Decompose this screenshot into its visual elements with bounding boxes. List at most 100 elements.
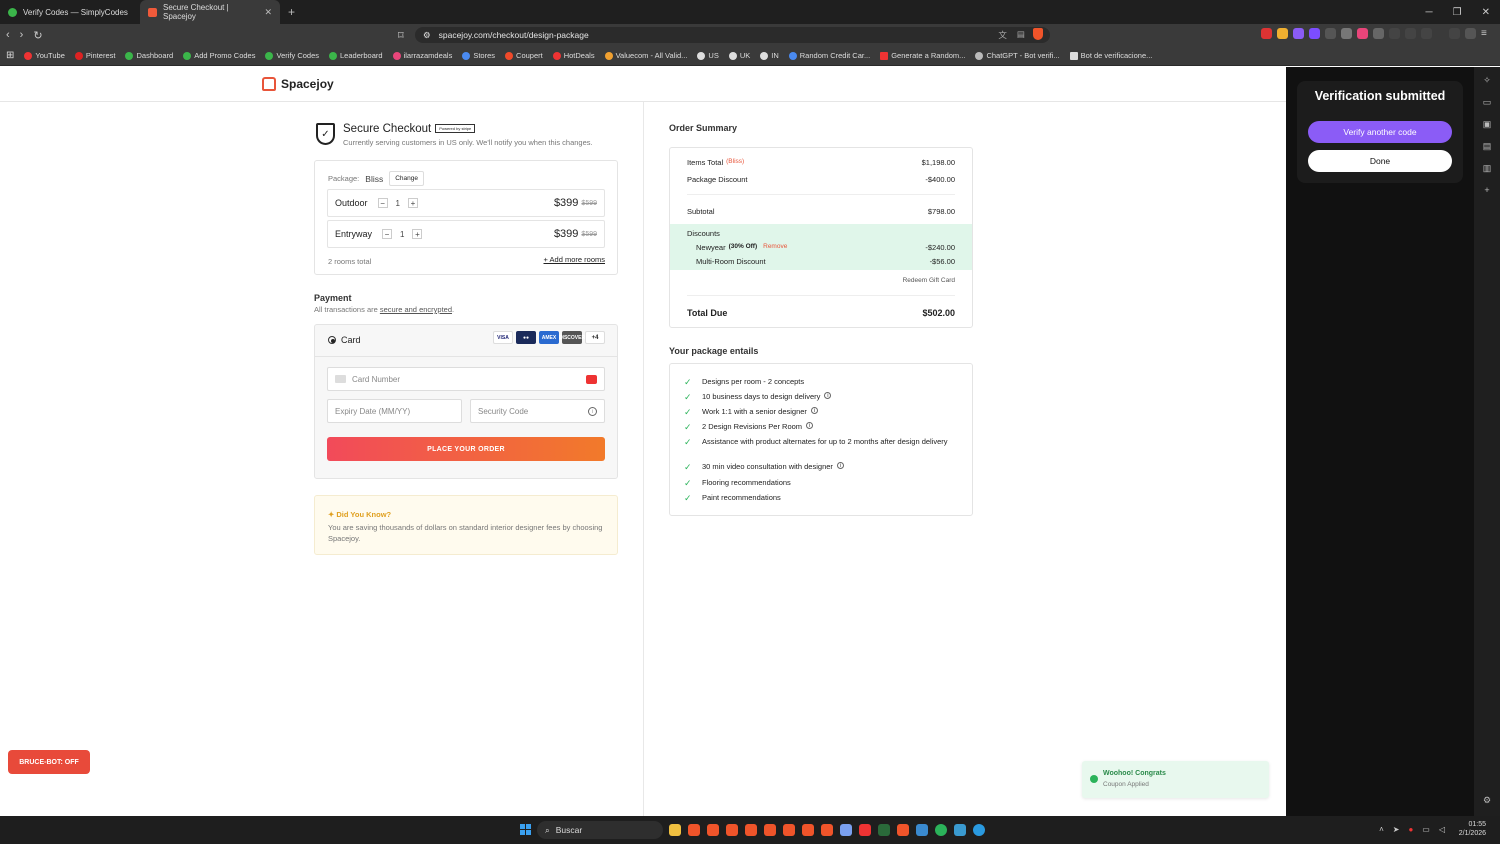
bookmark-valuecom[interactable]: Valuecom - All Valid... [604, 51, 687, 60]
brave-icon[interactable] [783, 824, 795, 836]
bookmark-pinterest[interactable]: Pinterest [74, 51, 115, 60]
wallet-icon[interactable]: ▣ [1483, 119, 1492, 130]
extension-icon[interactable] [1293, 28, 1304, 39]
settings-icon[interactable]: ⚙ [1483, 795, 1491, 806]
translate-icon[interactable]: 文 [998, 29, 1007, 41]
increment-button[interactable]: + [407, 198, 418, 208]
decrement-button[interactable]: − [382, 229, 393, 239]
new-tab-icon[interactable]: + [288, 5, 295, 19]
brave-icon[interactable] [802, 824, 814, 836]
brave-icon[interactable] [688, 824, 700, 836]
leo-icon[interactable] [1465, 28, 1476, 39]
tray-chevron-icon[interactable]: ˄ [1379, 825, 1384, 834]
brave-icon[interactable] [707, 824, 719, 836]
bookmark-uk[interactable]: UK [728, 51, 750, 60]
brave-icon[interactable] [726, 824, 738, 836]
tab-secure-checkout[interactable]: Secure Checkout | Spacejoy ✕ [140, 0, 280, 24]
spacejoy-logo-icon[interactable] [262, 77, 276, 91]
whatsapp-icon[interactable] [935, 824, 947, 836]
bookmark-icon[interactable]: ⌑ [398, 29, 404, 42]
bookmarks-panel-icon[interactable]: ▤ [1483, 141, 1492, 152]
sidebar-toggle-icon[interactable] [1405, 28, 1416, 39]
done-button[interactable]: Done [1308, 150, 1452, 172]
extension-icon[interactable] [1325, 28, 1336, 39]
add-panel-icon[interactable]: + [1484, 185, 1489, 195]
bookmark-ilarrazamdeals[interactable]: ilarrazamdeals [392, 51, 452, 60]
remove-coupon-link[interactable]: Remove [763, 243, 787, 252]
taskbar-search[interactable]: ⌕ Buscar [537, 821, 663, 839]
add-more-rooms-link[interactable]: + Add more rooms [544, 255, 606, 264]
bookmark-chatgpt[interactable]: ChatGPT - Bot verifi... [975, 51, 1060, 60]
bookmark-hotdeals[interactable]: HotDeals [552, 51, 595, 60]
bruce-bot-toggle[interactable]: BRUCE-BOT: OFF [8, 750, 90, 774]
system-clock[interactable]: 01:55 2/1/2026 [1459, 820, 1486, 838]
extension-icon[interactable] [1357, 28, 1368, 39]
security-code-field[interactable]: Security Code i [470, 399, 605, 423]
brave-icon[interactable] [821, 824, 833, 836]
close-tab-icon[interactable]: ✕ [264, 7, 272, 18]
card-number-field[interactable]: Card Number [327, 367, 605, 391]
volume-icon[interactable]: ◁ [1439, 825, 1445, 834]
brave-icon[interactable] [897, 824, 909, 836]
bookmark-dashboard[interactable]: Dashboard [125, 51, 173, 60]
opera-icon[interactable] [859, 824, 871, 836]
place-order-button[interactable]: PLACE YOUR ORDER [327, 437, 605, 461]
close-window-icon[interactable]: ✕ [1482, 7, 1490, 18]
bookmark-in[interactable]: IN [760, 51, 779, 60]
tray-app-icon[interactable]: ● [1408, 825, 1413, 834]
brave-icon[interactable] [745, 824, 757, 836]
reading-list-icon[interactable]: ▭ [1483, 97, 1492, 108]
photos-icon[interactable] [916, 824, 928, 836]
card-radio[interactable]: Card [328, 335, 361, 345]
bookmark-add-promo-codes[interactable]: Add Promo Codes [183, 51, 255, 60]
bookmark-coupert[interactable]: Coupert [505, 51, 543, 60]
telegram-tray-icon[interactable]: ➤ [1393, 825, 1400, 834]
apps-grid-icon[interactable]: ⊞ [6, 50, 14, 61]
back-icon[interactable]: ‹ [6, 29, 10, 41]
extension-icon[interactable] [1261, 28, 1272, 39]
wallet-icon[interactable] [1421, 28, 1432, 39]
info-icon[interactable]: i [806, 422, 814, 429]
vpn-icon[interactable] [840, 824, 852, 836]
leo-ai-icon[interactable]: ✧ [1483, 75, 1491, 86]
reader-icon[interactable]: ▤ [1017, 29, 1025, 41]
bookmark-leaderboard[interactable]: Leaderboard [329, 51, 383, 60]
info-icon[interactable]: i [836, 462, 844, 469]
redeem-gift-card-link[interactable]: Redeem Gift Card [903, 277, 955, 284]
expiry-field[interactable]: Expiry Date (MM/YY) [327, 399, 462, 423]
bookmark-generate-random[interactable]: Generate a Random... [880, 51, 965, 60]
autofill-card-icon[interactable] [586, 374, 597, 384]
extension-icon[interactable] [1341, 28, 1352, 39]
change-package-button[interactable]: Change [389, 171, 425, 186]
info-icon[interactable]: i [824, 392, 832, 399]
url-field[interactable]: ⚙ spacejoy.com/checkout/design-package 文… [415, 27, 1050, 43]
brave-icon[interactable] [764, 824, 776, 836]
brand-name[interactable]: Spacejoy [281, 77, 334, 91]
history-icon[interactable]: ▥ [1483, 163, 1492, 174]
bookmark-us[interactable]: US [697, 51, 719, 60]
bookmark-bot-verificaciones[interactable]: Bot de verificacione... [1069, 51, 1152, 60]
info-icon[interactable]: i [810, 407, 818, 414]
menu-icon[interactable]: ≡ [1481, 28, 1492, 39]
puzzle-icon[interactable] [1389, 28, 1400, 39]
windows-start-icon[interactable] [520, 824, 531, 835]
extension-icon[interactable] [1277, 28, 1288, 39]
secure-encrypted-link[interactable]: secure and encrypted [380, 305, 452, 314]
panel-icon[interactable] [1449, 28, 1460, 39]
telegram-icon[interactable] [973, 824, 985, 836]
file-explorer-icon[interactable] [669, 824, 681, 836]
restore-icon[interactable]: ❐ [1453, 7, 1462, 18]
extension-icon[interactable] [1373, 28, 1384, 39]
notepad-icon[interactable] [954, 824, 966, 836]
extension-icon[interactable] [1309, 28, 1320, 39]
bookmark-stores[interactable]: Stores [462, 51, 495, 60]
bookmark-youtube[interactable]: YouTube [24, 51, 65, 60]
terminal-icon[interactable] [878, 824, 890, 836]
bookmark-random-credit[interactable]: Random Credit Car... [788, 51, 870, 60]
bookmark-verify-codes[interactable]: Verify Codes [265, 51, 319, 60]
decrement-button[interactable]: − [377, 198, 388, 208]
brave-shield-icon[interactable] [1033, 28, 1043, 40]
verify-another-code-button[interactable]: Verify another code [1308, 121, 1452, 143]
tab-verify-codes[interactable]: Verify Codes — SimplyCodes [0, 0, 140, 24]
network-icon[interactable]: ▭ [1422, 825, 1430, 834]
